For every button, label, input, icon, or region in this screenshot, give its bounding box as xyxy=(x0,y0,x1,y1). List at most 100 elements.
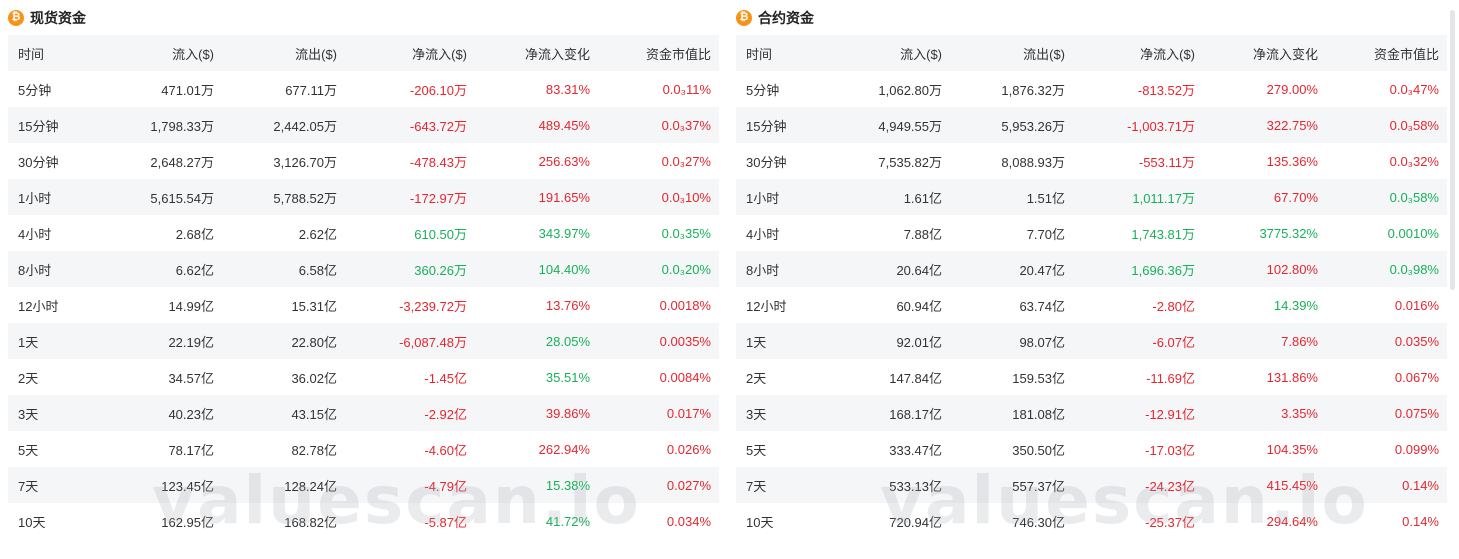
cell-market-cap-ratio: 0.099% xyxy=(1394,441,1439,457)
cell-net-inflow: -4.79亿 xyxy=(345,467,475,503)
cell-inflow: 123.45亿 xyxy=(108,467,222,503)
table-row: 8小时 20.64亿 20.47亿 1,696.36万 102.80% 0.0₃98% xyxy=(736,251,1447,287)
table-row: 3天 40.23亿 43.15亿 -2.92亿 39.86% 0.017% xyxy=(8,395,719,431)
cell-market-cap-ratio: 0.14% xyxy=(1402,513,1439,529)
table-row: 4小时 2.68亿 2.62亿 610.50万 343.97% 0.0₃35% xyxy=(8,215,719,251)
cell-market-cap-ratio: 0.0₃32% xyxy=(1389,153,1439,169)
cell-net-inflow-change: 279.00% xyxy=(1266,81,1318,97)
table-row: 2天 147.84亿 159.53亿 -11.69亿 131.86% 0.067% xyxy=(736,359,1447,395)
table-row: 1小时 1.61亿 1.51亿 1,011.17万 67.70% 0.0₃58% xyxy=(736,179,1447,215)
cell-inflow: 60.94亿 xyxy=(896,298,942,314)
column-header-market-cap-ratio: 资金市值比 xyxy=(598,35,719,71)
cell-net-inflow: -11.69亿 xyxy=(1146,370,1195,386)
cell-net-inflow: -2.92亿 xyxy=(345,395,475,431)
cell-net-inflow-change: 489.45% xyxy=(475,107,598,143)
spot-panel-title: 现货资金 xyxy=(30,9,86,26)
spot-panel-header: ₿ 现货资金 xyxy=(8,0,719,35)
cell-time: 3天 xyxy=(8,395,108,431)
table-row: 7天 123.45亿 128.24亿 -4.79亿 15.38% 0.027% xyxy=(8,467,719,503)
cell-time: 30分钟 xyxy=(18,154,59,170)
cell-inflow: 40.23亿 xyxy=(108,395,222,431)
cell-inflow: 2,648.27万 xyxy=(150,154,214,170)
cell-net-inflow-change: 256.63% xyxy=(538,153,590,169)
cell-market-cap-ratio: 0.0₃47% xyxy=(1389,81,1439,97)
cell-market-cap-ratio: 0.0₃37% xyxy=(598,107,719,143)
table-row: 15分钟 4,949.55万 5,953.26万 -1,003.71万 322.75% 0… xyxy=(736,107,1447,143)
cell-market-cap-ratio: 0.075% xyxy=(1326,395,1447,431)
cell-inflow: 147.84亿 xyxy=(889,370,942,386)
cell-net-inflow-change: 15.38% xyxy=(475,467,598,503)
spot-funds-panel: ₿ 现货资金 时间 流入($) 流出($) 净流入($) 净流入变化 资金市值比 5分钟 4… xyxy=(8,0,719,539)
column-header-market-cap-ratio: 资金市值比 xyxy=(1326,35,1447,71)
cell-inflow: 533.13亿 xyxy=(836,467,950,503)
cell-time: 8小时 xyxy=(736,251,836,287)
table-row: 15分钟 1,798.33万 2,442.05万 -643.72万 489.45% 0.0… xyxy=(8,107,719,143)
cell-net-inflow-change: 343.97% xyxy=(538,225,590,241)
cell-inflow: 22.19亿 xyxy=(108,323,222,359)
cell-market-cap-ratio: 0.0₃11% xyxy=(662,81,711,97)
cell-net-inflow-change: 14.39% xyxy=(1273,297,1318,313)
cell-inflow: 2.68亿 xyxy=(175,226,214,242)
column-header-outflow: 流出($) xyxy=(222,35,345,71)
cell-inflow: 1,062.80万 xyxy=(878,82,942,98)
cell-outflow: 128.24亿 xyxy=(222,467,345,503)
cell-net-inflow: 1,011.17万 xyxy=(1073,179,1203,215)
table-header-row: 时间 流入($) 流出($) 净流入($) 净流入变化 资金市值比 xyxy=(8,35,719,71)
cell-net-inflow: -6.07亿 xyxy=(1073,323,1203,359)
futures-funds-panel: ₿ 合约资金 时间 流入($) 流出($) 净流入($) 净流入变化 资金市值比 5分钟 1… xyxy=(736,0,1447,539)
column-header-net-inflow: 净流入($) xyxy=(1073,35,1203,71)
table-row: 4小时 7.88亿 7.70亿 1,743.81万 3775.32% 0.0010% xyxy=(736,215,1447,251)
column-header-inflow: 流入($) xyxy=(108,35,222,71)
cell-outflow: 36.02亿 xyxy=(291,370,337,386)
cell-outflow: 159.53亿 xyxy=(1012,370,1065,386)
cell-net-inflow-change: 13.76% xyxy=(545,297,590,313)
table-header-row: 时间 流入($) 流出($) 净流入($) 净流入变化 资金市值比 xyxy=(736,35,1447,71)
cell-outflow: 20.47亿 xyxy=(950,251,1073,287)
futures-panel-header: ₿ 合约资金 xyxy=(736,0,1447,35)
cell-outflow: 63.74亿 xyxy=(1019,298,1065,314)
cell-market-cap-ratio: 0.0035% xyxy=(598,323,719,359)
table-row: 5天 78.17亿 82.78亿 -4.60亿 262.94% 0.026% xyxy=(8,431,719,467)
cell-market-cap-ratio: 0.0₃27% xyxy=(661,153,711,169)
cell-market-cap-ratio: 0.0₃98% xyxy=(1326,251,1447,287)
cell-net-inflow: -17.03亿 xyxy=(1145,442,1195,458)
cell-inflow: 333.47亿 xyxy=(889,442,942,458)
cell-net-inflow: -24.23亿 xyxy=(1073,467,1203,503)
cell-inflow: 471.01万 xyxy=(161,82,214,98)
page-scrollbar[interactable] xyxy=(1450,10,1455,290)
cell-inflow: 6.62亿 xyxy=(108,251,222,287)
cell-net-inflow-change: 41.72% xyxy=(545,513,590,529)
cell-outflow: 43.15亿 xyxy=(222,395,345,431)
cell-net-inflow: -6,087.48万 xyxy=(345,323,475,359)
cell-time: 8小时 xyxy=(8,251,108,287)
column-header-net-inflow-change: 净流入变化 xyxy=(475,35,598,71)
cell-net-inflow: -553.11万 xyxy=(1138,154,1195,170)
table-row: 5分钟 471.01万 677.11万 -206.10万 83.31% 0.0₃11% xyxy=(8,71,719,107)
table-row: 30分钟 2,648.27万 3,126.70万 -478.43万 256.63% 0.0… xyxy=(8,143,719,179)
cell-net-inflow: 360.26万 xyxy=(345,251,475,287)
cell-outflow: 2,442.05万 xyxy=(222,107,345,143)
cell-net-inflow: -172.97万 xyxy=(345,179,475,215)
table-row: 12小时 14.99亿 15.31亿 -3,239.72万 13.76% 0.0018% xyxy=(8,287,719,323)
table-row: 1天 22.19亿 22.80亿 -6,087.48万 28.05% 0.0035% xyxy=(8,323,719,359)
cell-net-inflow-change: 3.35% xyxy=(1203,395,1326,431)
cell-market-cap-ratio: 0.0₃58% xyxy=(1326,179,1447,215)
cell-net-inflow: -3,239.72万 xyxy=(399,298,467,314)
cell-inflow: 7.88亿 xyxy=(903,226,942,242)
cell-time: 12小时 xyxy=(18,298,59,314)
cell-time: 4小时 xyxy=(746,226,780,242)
spot-funds-table: 时间 流入($) 流出($) 净流入($) 净流入变化 资金市值比 5分钟 471.01万 6… xyxy=(8,35,719,539)
cell-outflow: 5,788.52万 xyxy=(222,179,345,215)
cell-time: 5天 xyxy=(746,442,767,458)
cell-net-inflow: -813.52万 xyxy=(1137,82,1195,98)
cell-inflow: 92.01亿 xyxy=(836,323,950,359)
cell-time: 2天 xyxy=(746,370,767,386)
cell-time: 5分钟 xyxy=(18,82,52,98)
cell-time: 15分钟 xyxy=(8,107,108,143)
cell-inflow: 20.64亿 xyxy=(836,251,950,287)
cell-net-inflow-change: 102.80% xyxy=(1203,251,1326,287)
cell-market-cap-ratio: 0.027% xyxy=(598,467,719,503)
cell-time: 1天 xyxy=(736,323,836,359)
table-row: 1天 92.01亿 98.07亿 -6.07亿 7.86% 0.035% xyxy=(736,323,1447,359)
cell-net-inflow-change: 262.94% xyxy=(538,441,590,457)
